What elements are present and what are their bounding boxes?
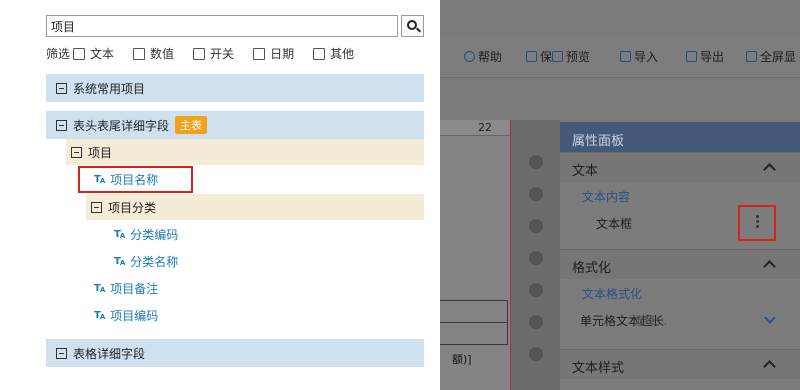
text-field-icon: TA xyxy=(114,228,125,240)
text-field-icon: TA xyxy=(94,309,105,321)
text-field-icon: TA xyxy=(114,255,125,267)
field-project-remark[interactable]: TA 项目备注 xyxy=(94,276,158,300)
text-format-label: 文本格式化 xyxy=(582,287,643,301)
ruler-mark: 22 xyxy=(478,121,492,134)
preview-button[interactable]: 预览 xyxy=(552,48,590,65)
field-category-name[interactable]: TA 分类名称 xyxy=(114,249,178,273)
property-panel-title: 属性面板 xyxy=(560,122,800,152)
filter-text-checkbox[interactable]: 文本 xyxy=(73,45,114,62)
collapse-icon[interactable] xyxy=(56,347,67,359)
group-common-fields[interactable]: 系统常用项目 xyxy=(46,74,424,102)
preview-icon xyxy=(552,51,563,62)
import-button[interactable]: 导入 xyxy=(620,48,658,65)
punch-hole xyxy=(529,251,543,265)
filter-switch-checkbox[interactable]: 开关 xyxy=(193,45,234,62)
node-project[interactable]: 项目 xyxy=(66,139,424,165)
search-button[interactable] xyxy=(401,15,424,37)
help-icon xyxy=(464,51,475,62)
overflow-setting: 单元格文本超长 选择... xyxy=(560,306,800,335)
text-content-value: 文本框 xyxy=(560,205,800,241)
chevron-up-icon[interactable] xyxy=(763,360,776,373)
fullscreen-icon xyxy=(746,51,757,62)
main-table-badge: 主表 xyxy=(175,116,208,134)
filter-bar: 筛选 文本 数值 开关 日期 其他 xyxy=(46,45,373,62)
node-project-category[interactable]: 项目分类 xyxy=(86,194,424,220)
punch-hole xyxy=(529,347,543,361)
chevron-up-icon[interactable] xyxy=(763,260,776,273)
more-options-button[interactable] xyxy=(738,205,776,241)
help-button[interactable]: 帮助 xyxy=(464,48,502,65)
punch-hole xyxy=(529,219,543,233)
table-cell-text: 额)] xyxy=(452,353,472,366)
import-icon xyxy=(620,51,631,62)
filter-label: 筛选 xyxy=(46,47,71,61)
field-picker-dialog: 筛选 文本 数值 开关 日期 其他 系统常用项目 表头表尾详细字段 主表 项目 … xyxy=(0,0,440,390)
group-header-footer-fields[interactable]: 表头表尾详细字段 主表 xyxy=(46,111,424,139)
collapse-icon[interactable] xyxy=(56,119,67,131)
field-project-code[interactable]: TA 项目编码 xyxy=(94,303,158,327)
fullscreen-button[interactable]: 全屏显 xyxy=(746,48,796,65)
section-text-style-header[interactable]: 文本样式 xyxy=(560,349,800,379)
filter-number-checkbox[interactable]: 数值 xyxy=(133,45,174,62)
save-button[interactable]: 保 xyxy=(526,48,552,65)
chevron-up-icon[interactable] xyxy=(763,163,776,176)
table-row xyxy=(440,301,508,323)
punch-hole xyxy=(529,315,543,329)
text-field-icon: TA xyxy=(94,282,105,294)
punch-hole xyxy=(529,283,543,297)
canvas-margin-strip xyxy=(510,120,560,390)
vertical-dots-icon xyxy=(756,215,759,218)
export-icon xyxy=(686,51,697,62)
punch-hole xyxy=(529,155,543,169)
highlight-box xyxy=(78,166,193,193)
section-text-header[interactable]: 文本 xyxy=(560,152,800,182)
save-icon xyxy=(526,51,537,62)
filter-other-checkbox[interactable]: 其他 xyxy=(313,45,354,62)
group-table-detail-fields[interactable]: 表格详细字段 xyxy=(46,339,424,367)
main-toolbar: 帮助 保 预览 导入 导出 全屏显 xyxy=(440,36,800,78)
collapse-icon[interactable] xyxy=(91,201,102,213)
search-input[interactable] xyxy=(46,15,398,37)
property-panel: 属性面板 文本 文本内容 文本框 格式化 文本格式化 单元格文本超长 选择...… xyxy=(560,122,800,390)
overflow-select[interactable]: 选择... xyxy=(632,312,667,329)
filter-date-checkbox[interactable]: 日期 xyxy=(253,45,294,62)
canvas-table[interactable] xyxy=(440,300,508,370)
chevron-down-icon[interactable] xyxy=(764,312,776,324)
section-format-header[interactable]: 格式化 xyxy=(560,249,800,279)
field-category-code[interactable]: TA 分类编码 xyxy=(114,222,178,246)
table-row xyxy=(440,323,508,345)
collapse-icon[interactable] xyxy=(71,146,82,158)
collapse-icon[interactable] xyxy=(56,82,67,94)
export-button[interactable]: 导出 xyxy=(686,48,724,65)
punch-hole xyxy=(529,187,543,201)
